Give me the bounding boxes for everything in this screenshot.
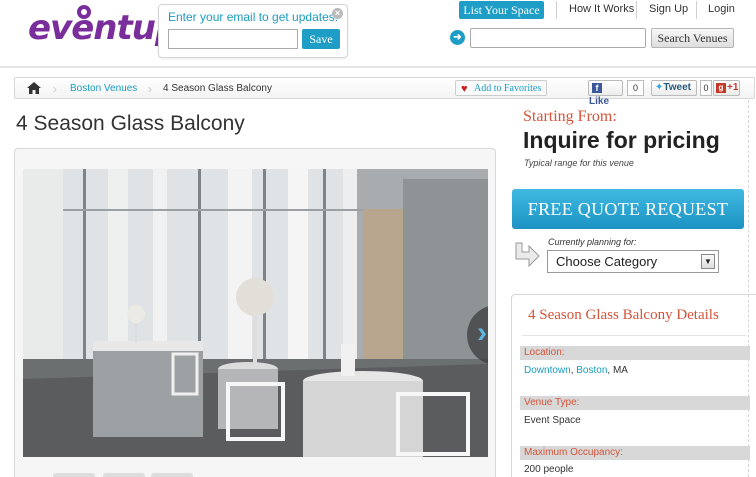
nav-login[interactable]: Login bbox=[708, 3, 735, 15]
add-to-favorites-button[interactable]: ♥ Add to Favorites bbox=[455, 80, 547, 96]
details-divider bbox=[522, 335, 746, 336]
max-occupancy-value: 200 people bbox=[524, 464, 574, 475]
eventup-logo[interactable]: eventup bbox=[22, 4, 179, 62]
venue-type-value: Event Space bbox=[524, 415, 581, 426]
price-value: Inquire for pricing bbox=[523, 127, 720, 153]
category-select[interactable]: Choose Category ▼ bbox=[547, 250, 719, 273]
photo-thumbnail-tab[interactable] bbox=[53, 473, 95, 477]
breadcrumb-link-boston-venues[interactable]: Boston Venues bbox=[70, 83, 137, 94]
search-input[interactable] bbox=[470, 28, 646, 48]
location-city-link[interactable]: Boston bbox=[576, 365, 607, 376]
starting-from-label: Starting From: bbox=[523, 108, 617, 125]
home-icon[interactable] bbox=[27, 82, 41, 94]
nav-sign-up[interactable]: Sign Up bbox=[649, 3, 688, 15]
tweet-count: 0 bbox=[700, 80, 712, 96]
chevron-right-icon: › bbox=[148, 82, 152, 96]
google-plus-button[interactable]: g +1 bbox=[713, 80, 740, 96]
page-title: 4 Season Glass Balcony bbox=[16, 112, 245, 135]
photo-thumbnail-tab[interactable] bbox=[151, 473, 193, 477]
email-field[interactable] bbox=[168, 29, 298, 49]
heart-icon: ♥ bbox=[461, 83, 468, 95]
like-count: 0 bbox=[627, 80, 644, 96]
list-your-space-button[interactable]: List Your Space bbox=[459, 1, 544, 19]
arrow-right-icon: ➜ bbox=[450, 30, 465, 45]
nav-divider bbox=[556, 1, 557, 19]
email-signup-prompt: Enter your email to get updates! bbox=[168, 10, 339, 24]
email-signup-box: Enter your email to get updates! × Save bbox=[158, 4, 348, 58]
save-button[interactable]: Save bbox=[302, 29, 340, 49]
facebook-like-button[interactable]: f Like bbox=[588, 80, 623, 107]
venue-details-panel: 4 Season Glass Balcony Details Location:… bbox=[511, 294, 756, 477]
close-icon[interactable]: × bbox=[332, 8, 343, 19]
google-plus-icon: g bbox=[716, 83, 726, 93]
page-edge-guide bbox=[748, 100, 756, 477]
google-plus-label: +1 bbox=[727, 82, 739, 93]
search-venues-button[interactable]: Search Venues bbox=[651, 28, 734, 48]
location-label: Location: bbox=[520, 346, 750, 360]
photo-thumbnail-tab[interactable] bbox=[103, 473, 145, 477]
chevron-right-icon: › bbox=[53, 82, 57, 96]
location-neighborhood-link[interactable]: Downtown bbox=[524, 365, 571, 376]
max-occupancy-label: Maximum Occupancy: bbox=[520, 446, 750, 460]
chevron-down-icon: ▼ bbox=[701, 254, 715, 269]
logo-text: eventup bbox=[28, 8, 179, 48]
nav-divider bbox=[636, 1, 637, 19]
location-state: , MA bbox=[607, 365, 628, 376]
add-to-favorites-label: Add to Favorites bbox=[474, 83, 542, 94]
nav-how-it-works[interactable]: How It Works bbox=[569, 3, 634, 15]
planning-label: Currently planning for: bbox=[548, 237, 637, 247]
venue-photo[interactable]: › bbox=[23, 169, 488, 457]
facebook-like-label: Like bbox=[589, 96, 610, 107]
free-quote-request-button[interactable]: FREE QUOTE REQUEST bbox=[512, 189, 744, 229]
venue-type-label: Venue Type: bbox=[520, 396, 750, 410]
breadcrumb: › Boston Venues › 4 Season Glass Balcony… bbox=[14, 77, 755, 107]
tweet-label: Tweet bbox=[663, 82, 691, 93]
details-title: 4 Season Glass Balcony Details bbox=[528, 307, 719, 323]
nav-divider bbox=[696, 1, 697, 19]
facebook-icon: f bbox=[592, 83, 602, 93]
category-select-value: Choose Category bbox=[556, 254, 658, 269]
breadcrumb-current: 4 Season Glass Balcony bbox=[163, 83, 272, 94]
header-divider bbox=[0, 66, 756, 68]
planning-arrow-icon bbox=[515, 242, 540, 268]
location-value: Downtown, Boston, MA bbox=[524, 365, 628, 376]
price-range-note: Typical range for this venue bbox=[524, 158, 634, 168]
tweet-button[interactable]: ✦Tweet bbox=[651, 80, 697, 96]
photo-gallery: › bbox=[14, 148, 496, 477]
venue-photo-illustration bbox=[23, 169, 488, 457]
